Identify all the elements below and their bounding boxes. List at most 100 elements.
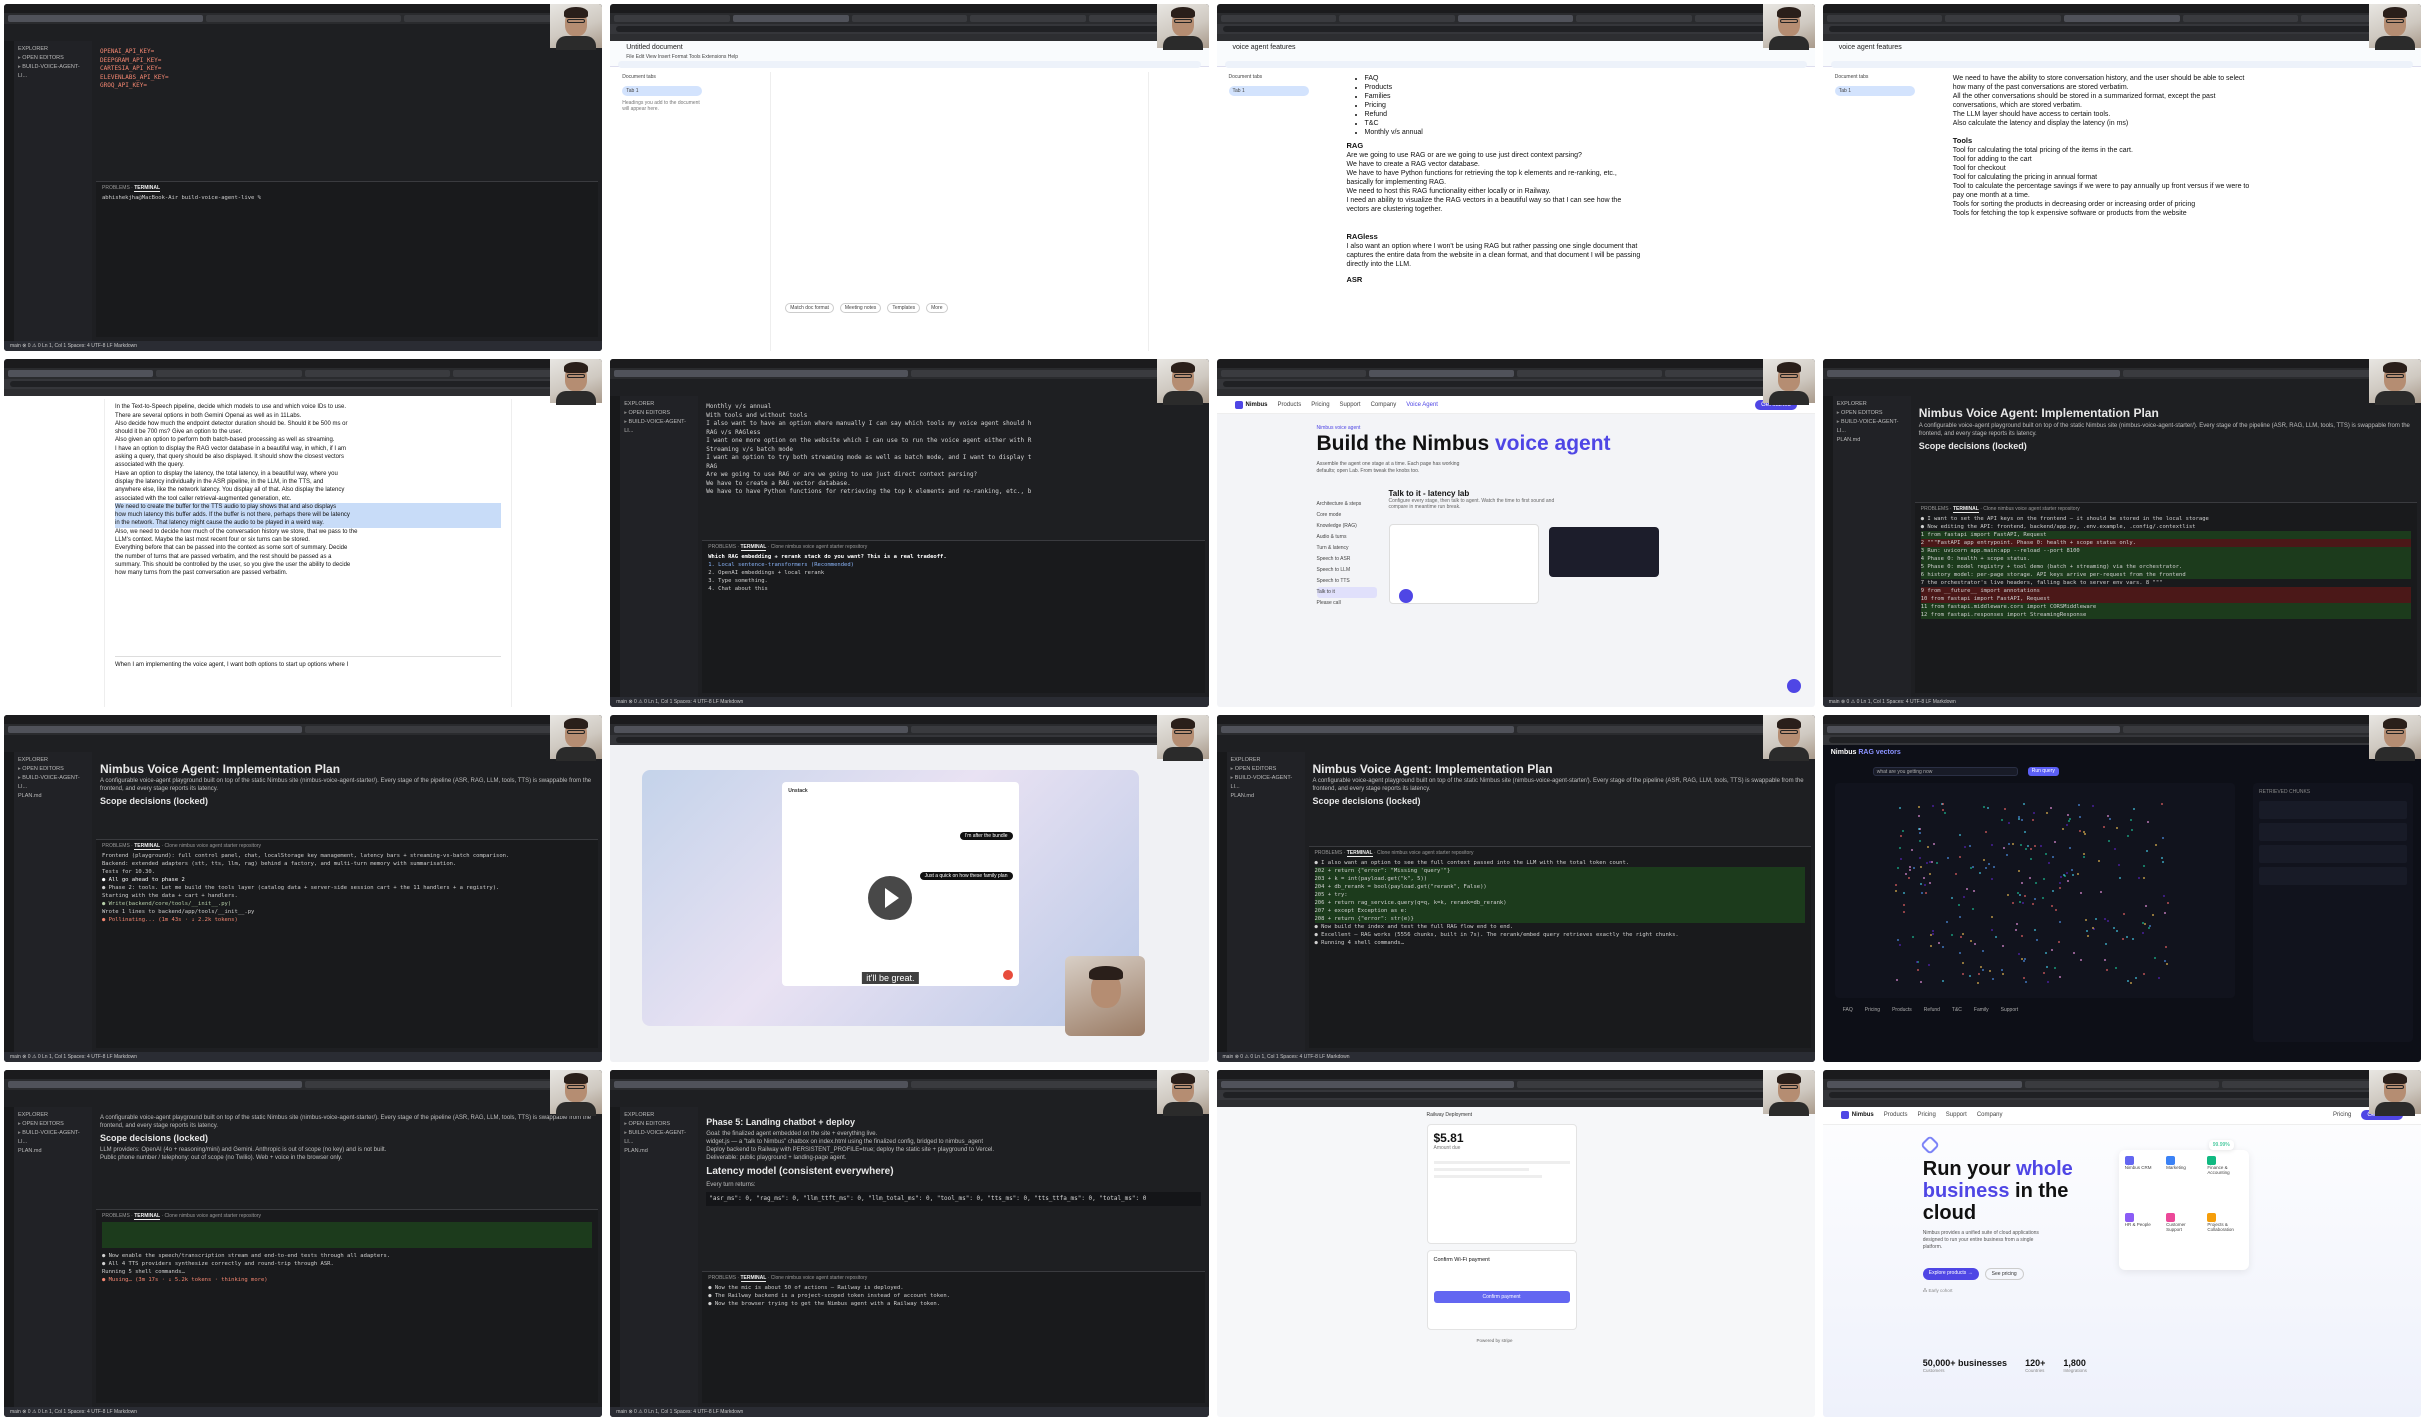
doc-tab[interactable]: Tab 1: [1228, 86, 1309, 96]
terminal-panel[interactable]: PROBLEMS · TERMINAL · Clone nimbus voice…: [702, 539, 1205, 693]
doc-menu[interactable]: File Edit View Insert Format Tools Exten…: [626, 54, 738, 60]
terminal-option[interactable]: 1. Local sentence-transformers (Recommen…: [708, 561, 1198, 569]
pricing-link[interactable]: Pricing: [2333, 1112, 2351, 1118]
nav-company[interactable]: Company: [1977, 1112, 2003, 1118]
plan-file[interactable]: PLAN.md: [18, 792, 88, 801]
open-editors[interactable]: OPEN EDITORS: [18, 765, 88, 774]
terminal-panel[interactable]: PROBLEMS · TERMINAL · Clone nimbus voice…: [96, 839, 599, 1048]
record-button[interactable]: [1002, 969, 1013, 980]
project-folder[interactable]: BUILD-VOICE-AGENT-LI...: [18, 1129, 88, 1147]
see-pricing-button[interactable]: See pricing: [1984, 1267, 2024, 1280]
terminal-panel[interactable]: PROBLEMS · TERMINAL · Clone nimbus voice…: [1308, 846, 1811, 1048]
project-folder[interactable]: BUILD-VOICE-AGENT-LI...: [1231, 774, 1301, 792]
stage-item[interactable]: Core mode: [1317, 510, 1377, 521]
doc-tab[interactable]: Tab 1: [1834, 86, 1915, 96]
stage-item[interactable]: Speech to LLM: [1317, 565, 1377, 576]
terminal-panel[interactable]: PROBLEMS · TERMINAL · Clone nimbus voice…: [702, 1271, 1205, 1403]
nav-support[interactable]: Support: [1340, 402, 1361, 408]
nimbus-logo[interactable]: Nimbus: [1234, 400, 1268, 409]
app-tile[interactable]: Customer Support: [2166, 1212, 2201, 1264]
app-tile[interactable]: Marketing: [2166, 1155, 2201, 1207]
nav-pricing[interactable]: Pricing: [1311, 402, 1329, 408]
stage-item[interactable]: Knowledge (RAG): [1317, 521, 1377, 532]
nav-products[interactable]: Products: [1278, 402, 1302, 408]
url-bar[interactable]: [1216, 24, 1815, 34]
terminal-option[interactable]: 2. OpenAI embeddings + local rerank: [708, 569, 1198, 577]
chat-bubble-icon[interactable]: [1786, 678, 1801, 693]
open-editors[interactable]: OPEN EDITORS: [18, 1120, 88, 1129]
chip-templates[interactable]: Templates: [887, 303, 921, 314]
url-bar[interactable]: [610, 734, 1209, 745]
explore-products-button[interactable]: Explore products →: [1922, 1267, 1979, 1280]
run-query-button[interactable]: Run query: [2027, 766, 2059, 776]
app-tile[interactable]: Nimbus CRM: [2124, 1155, 2160, 1207]
play-button[interactable]: [868, 875, 913, 920]
doc-title[interactable]: voice agent features: [1233, 44, 1296, 51]
nav-voice-agent[interactable]: Voice Agent: [1406, 402, 1438, 408]
terminal-option[interactable]: 3. Type something.: [708, 577, 1198, 585]
doc-title[interactable]: Untitled document: [626, 44, 682, 51]
nimbus-logo[interactable]: Nimbus: [1840, 1111, 1874, 1120]
open-editors[interactable]: OPEN EDITORS: [624, 409, 694, 418]
chip-match-format[interactable]: Match doc format: [785, 303, 834, 314]
url-bar[interactable]: [610, 24, 1209, 34]
app-tile[interactable]: Finance & Accounting: [2207, 1155, 2242, 1207]
plan-file[interactable]: PLAN.md: [18, 1147, 88, 1156]
project-folder[interactable]: BUILD-VOICE-AGENT-LI...: [18, 63, 88, 81]
stage-item[interactable]: Turn & latency: [1317, 543, 1377, 554]
para-line: We need to have the ability to store con…: [1952, 75, 2245, 82]
vector-plot[interactable]: [1834, 782, 2235, 998]
url-bar[interactable]: [1822, 734, 2421, 745]
chip-meeting-notes[interactable]: Meeting notes: [839, 303, 882, 314]
para-line: associated with the tool caller retrieva…: [115, 495, 292, 502]
doc-page[interactable]: We need to have the ability to store con…: [1942, 72, 2391, 352]
chip-more[interactable]: More: [926, 303, 948, 314]
open-editors[interactable]: OPEN EDITORS: [1231, 765, 1301, 774]
url-bar[interactable]: [1822, 24, 2421, 34]
url-bar[interactable]: [1822, 1089, 2421, 1100]
nav-support[interactable]: Support: [1946, 1112, 1967, 1118]
terminal-panel[interactable]: PROBLEMS · TERMINAL · Clone nimbus voice…: [96, 1208, 599, 1403]
doc-page[interactable]: FAQ Products Families Pricing Refund T&C…: [1336, 72, 1785, 352]
project-folder[interactable]: BUILD-VOICE-AGENT-LI...: [624, 1129, 694, 1147]
nav-products[interactable]: Products: [1884, 1112, 1908, 1118]
terminal-option[interactable]: 4. Chat about this: [708, 585, 1198, 593]
terminal-panel[interactable]: PROBLEMS · TERMINAL · Clone nimbus voice…: [1914, 501, 2417, 693]
plan-file[interactable]: PLAN.md: [624, 1147, 694, 1156]
project-folder[interactable]: BUILD-VOICE-AGENT-LI...: [1837, 418, 1907, 436]
doc-page[interactable]: In the Text-to-Speech pipeline, decide w…: [104, 399, 513, 707]
mic-button[interactable]: [1398, 589, 1413, 604]
open-editors[interactable]: OPEN EDITORS: [1837, 409, 1907, 418]
vector-dot: [2142, 877, 2145, 880]
terminal-tabs: PROBLEMS · TERMINAL · Clone nimbus voice…: [708, 543, 868, 551]
terminal-panel[interactable]: PROBLEMS · TERMINAL abhishekjha@MacBook-…: [96, 181, 599, 338]
project-folder[interactable]: BUILD-VOICE-AGENT-LI...: [624, 418, 694, 436]
menubar: [1822, 1069, 2421, 1079]
nav-pricing[interactable]: Pricing: [1917, 1112, 1935, 1118]
doc-tab[interactable]: Tab 1: [622, 86, 703, 96]
url-bar[interactable]: [4, 379, 603, 390]
url-bar[interactable]: [1216, 1089, 1815, 1100]
doc-toolbar[interactable]: [1830, 61, 2413, 68]
stage-item[interactable]: Speech to TTS: [1317, 576, 1377, 587]
url-bar[interactable]: [1216, 379, 1815, 390]
rag-query-input[interactable]: what are you getting now: [1872, 766, 2018, 776]
app-tile[interactable]: Projects & Collaboration: [2207, 1212, 2242, 1264]
video-frame[interactable]: Unstack I'm after the bundle Just a quic…: [642, 769, 1145, 1036]
open-editors[interactable]: OPEN EDITORS: [18, 54, 88, 63]
doc-toolbar[interactable]: [1224, 61, 1807, 68]
doc-title[interactable]: voice agent features: [1839, 44, 1902, 51]
confirm-payment-button[interactable]: Confirm payment: [1433, 1290, 1570, 1303]
project-folder[interactable]: BUILD-VOICE-AGENT-LI...: [18, 774, 88, 792]
stage-item[interactable]: Audio & turns: [1317, 532, 1377, 543]
open-editors[interactable]: OPEN EDITORS: [624, 1120, 694, 1129]
nav-company[interactable]: Company: [1371, 402, 1397, 408]
stage-item-active[interactable]: Talk to it: [1316, 587, 1377, 599]
doc-toolbar[interactable]: [618, 61, 1201, 68]
stage-item[interactable]: Please call: [1317, 598, 1377, 609]
plan-file[interactable]: PLAN.md: [1231, 792, 1301, 801]
plan-file[interactable]: PLAN.md: [1837, 436, 1907, 445]
stage-item[interactable]: Architecture & steps: [1317, 499, 1377, 510]
app-tile[interactable]: HR & People: [2124, 1212, 2160, 1264]
stage-item[interactable]: Speech to ASR: [1317, 554, 1377, 565]
